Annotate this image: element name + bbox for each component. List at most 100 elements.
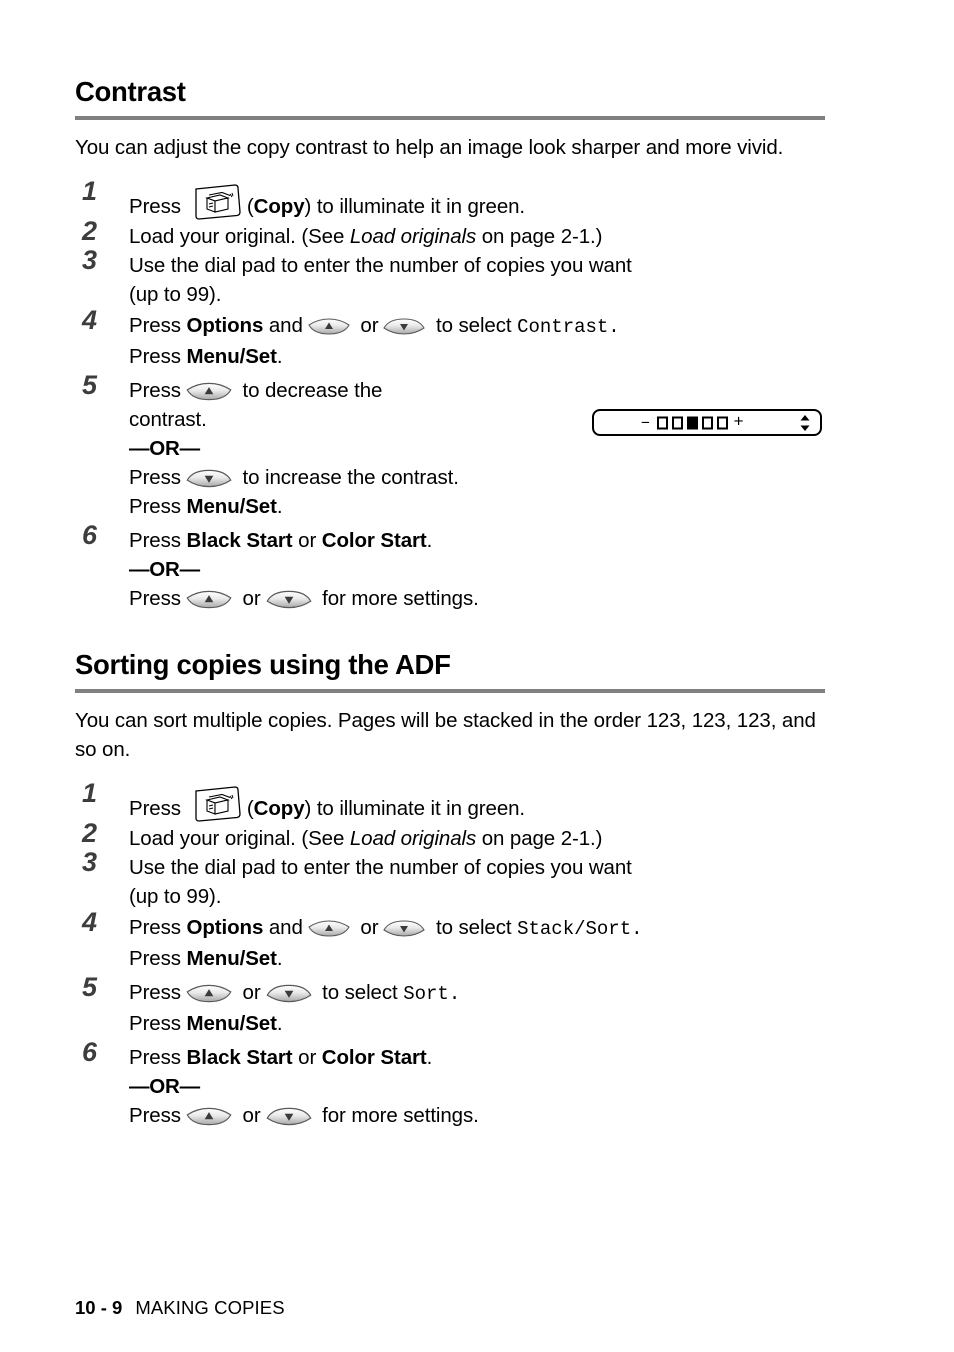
or-label: or <box>298 1045 317 1069</box>
step-text-line2: (up to 99). <box>129 282 222 306</box>
menuset-button-label: Menu/Set <box>186 344 277 368</box>
copy-button-icon <box>187 784 245 824</box>
plus-sign: + <box>733 413 744 432</box>
up-arrow-button-icon[interactable] <box>184 381 234 402</box>
step-item: 3 Use the dial pad to enter the number o… <box>75 847 836 911</box>
or-divider: —OR— <box>129 436 200 460</box>
contrast-segment <box>716 416 728 429</box>
down-arrow-button-icon[interactable] <box>381 315 427 335</box>
step-text: Press or to select Sort. <box>129 978 836 1009</box>
press-label: Press <box>129 344 181 368</box>
step-number: 6 <box>82 519 98 550</box>
options-button-label: Options <box>186 915 264 939</box>
step-text: Load your original. (See Load originals … <box>129 222 836 251</box>
up-arrow-button-icon[interactable] <box>184 983 234 1004</box>
step-item: 2 Load your original. (See Load original… <box>75 818 836 853</box>
to-select-label: to select <box>436 915 512 939</box>
footer-section-name: MAKING COPIES <box>135 1297 285 1318</box>
step-substep: Press Menu/Set. <box>129 342 836 371</box>
contrast-segment-active <box>686 416 698 429</box>
step-item: 4 Press Options and or to select Stack/S… <box>75 907 836 973</box>
down-arrow-button-icon[interactable] <box>264 1106 314 1127</box>
step-number: 3 <box>82 244 98 275</box>
or-label: or <box>360 313 379 337</box>
step-item: 2 Load your original. (See Load original… <box>75 216 836 251</box>
period: . <box>276 1011 283 1035</box>
press-label: Press <box>129 494 181 518</box>
step-item: 3 Use the dial pad to enter the number o… <box>75 245 836 309</box>
press-label: Press <box>129 1011 181 1035</box>
step-number: 5 <box>82 971 98 1002</box>
step-substep: Press Menu/Set. <box>129 1009 836 1038</box>
step-number: 2 <box>82 817 98 848</box>
cross-reference: Load originals <box>349 826 477 850</box>
step-text: Press (Copy) to illuminate it in green. <box>129 784 836 824</box>
period: . <box>276 946 283 970</box>
copy-button-icon <box>187 182 245 222</box>
press-label: Press <box>129 378 181 402</box>
up-arrow-button-icon[interactable] <box>184 589 234 610</box>
menuset-button-label: Menu/Set <box>186 1011 277 1035</box>
press-label: Press <box>129 796 181 820</box>
or-label: or <box>298 528 317 552</box>
contrast-segment <box>701 416 713 429</box>
press-label: Press <box>129 465 181 489</box>
down-arrow-button-icon[interactable] <box>381 917 427 937</box>
step-text: Press Options and or to select Contrast. <box>129 311 836 342</box>
or-label: or <box>242 586 261 610</box>
step-substep: Press Menu/Set. <box>129 944 836 973</box>
lcd-contrast-display: – + <box>592 409 822 436</box>
step-paren-open: ( <box>246 194 254 218</box>
footer-page-number: 10 - 9 <box>75 1297 123 1318</box>
step-text: Press Black Start or Color Start. <box>129 526 836 555</box>
options-button-label: Options <box>186 313 264 337</box>
step-text-line2: (up to 99). <box>129 884 222 908</box>
step-number: 5 <box>82 369 98 400</box>
minus-sign: – <box>640 413 651 432</box>
and-label: and <box>268 313 303 337</box>
contrast-segment <box>656 416 668 429</box>
up-arrow-button-icon[interactable] <box>306 315 352 335</box>
black-start-button-label: Black Start <box>186 1045 293 1069</box>
step-text: Press Black Start or Color Start. <box>129 1043 836 1072</box>
step-item: 1 Press (Copy) to illuminate it in green… <box>75 778 836 824</box>
step-substep: Press to increase the contrast. <box>129 463 836 492</box>
step-number: 3 <box>82 846 98 877</box>
contrast-level-bar: – + <box>594 414 820 431</box>
to-select-label: to select <box>436 313 512 337</box>
step-substep: Press or for more settings. <box>129 1101 836 1130</box>
down-arrow-button-icon[interactable] <box>264 983 314 1004</box>
press-label: Press <box>129 1103 181 1127</box>
heading-divider <box>75 115 825 120</box>
down-arrow-button-icon[interactable] <box>184 468 234 489</box>
press-label: Press <box>129 586 181 610</box>
step-tail: for more settings. <box>322 586 479 610</box>
up-arrow-button-icon[interactable] <box>184 1106 234 1127</box>
intro-paragraph-contrast: You can adjust the copy contrast to help… <box>75 135 784 159</box>
lcd-menu-value: Stack/Sort. <box>517 917 643 940</box>
up-arrow-button-icon[interactable] <box>306 917 352 937</box>
press-label: Press <box>129 313 181 337</box>
press-label: Press <box>129 1045 181 1069</box>
press-label: Press <box>129 980 181 1004</box>
step-item: 1 Press (Copy) to illuminate it in green… <box>75 176 836 222</box>
page-title-contrast: Contrast <box>75 76 186 107</box>
step-item: 4 Press Options and or to select Contras… <box>75 305 836 371</box>
step-list-contrast: 1 Press (Copy) to illuminate it in green… <box>75 176 836 613</box>
step-tail: ) to illuminate it in green. <box>304 194 526 218</box>
or-label: or <box>242 980 261 1004</box>
step-number: 2 <box>82 215 98 246</box>
or-label: or <box>242 1103 261 1127</box>
step-item: 5 Press to decrease the contrast. —OR— P… <box>75 370 836 521</box>
press-label: Press <box>129 528 181 552</box>
to-select-label: to select <box>322 980 398 1004</box>
step-text-line1: Use the dial pad to enter the number of … <box>129 855 632 879</box>
down-arrow-button-icon[interactable] <box>264 589 314 610</box>
step-lead: Load your original. (See <box>129 826 350 850</box>
page-footer: 10 - 9 MAKING COPIES <box>75 1297 285 1319</box>
press-label: Press <box>129 915 181 939</box>
up-down-arrow-icon <box>799 414 811 431</box>
and-label: and <box>268 915 303 939</box>
step-lead: Load your original. (See <box>129 224 350 248</box>
step-text: Press (Copy) to illuminate it in green. <box>129 182 836 222</box>
